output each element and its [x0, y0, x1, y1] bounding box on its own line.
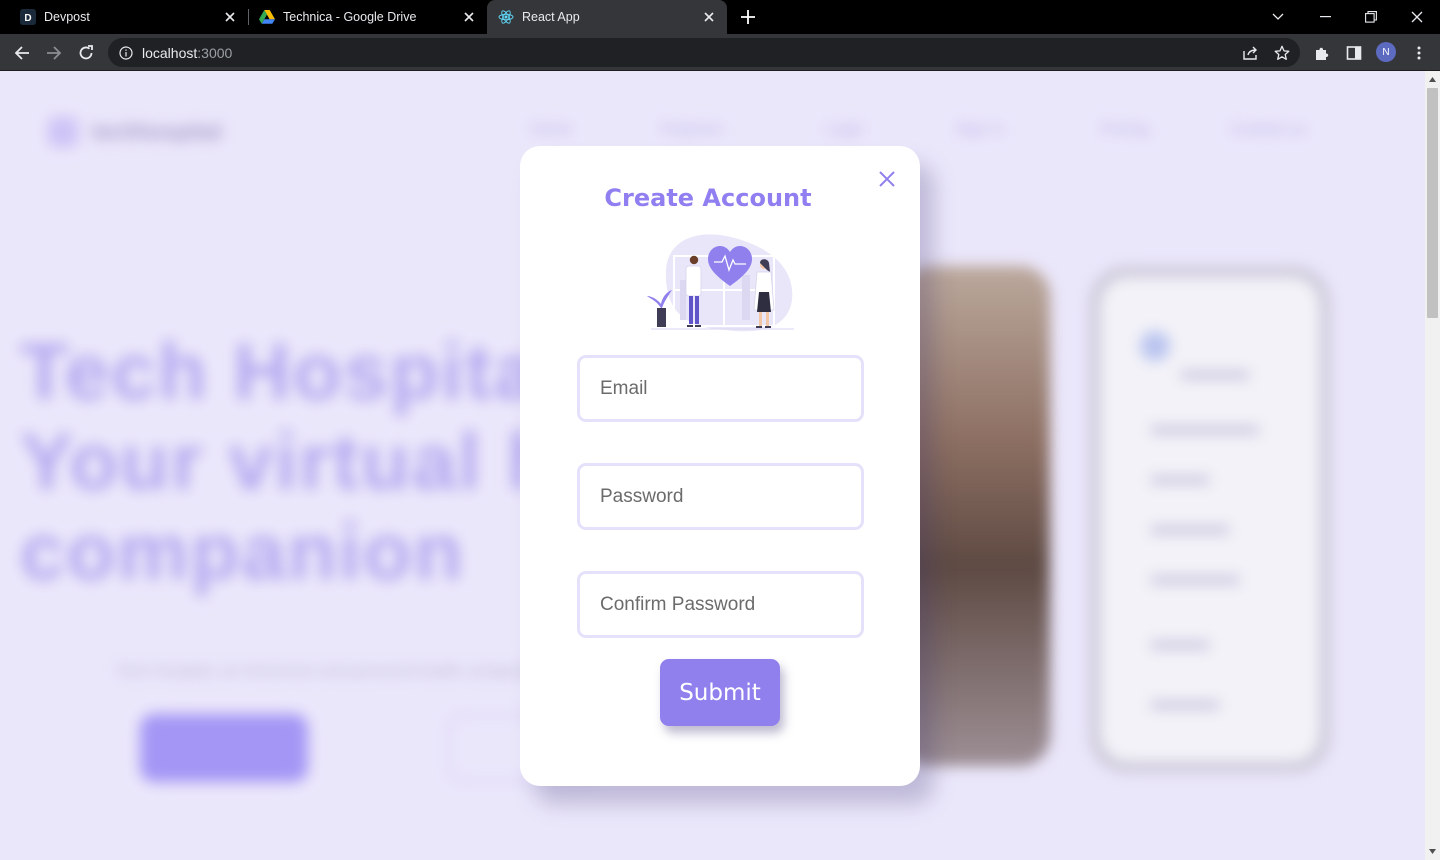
hero-heading-line-1: Tech Hospital [20, 327, 565, 416]
hero-heading-line-2: Your virtual he [20, 417, 605, 506]
restore-icon[interactable] [1348, 0, 1394, 34]
phone-row [1180, 371, 1250, 379]
nav-item-home: Home [530, 121, 573, 138]
tab-search-chevron-icon[interactable] [1255, 0, 1301, 34]
info-icon[interactable] [119, 45, 133, 60]
hero-heading-line-3: companion [20, 507, 465, 596]
nav-item-features: Features [660, 121, 724, 138]
new-tab-button[interactable] [736, 5, 760, 29]
react-icon [498, 9, 514, 25]
page-scrollbar[interactable] [1425, 71, 1440, 860]
side-panel-icon[interactable] [1340, 39, 1368, 67]
nav-item-signin: Sign in [955, 121, 1004, 138]
hero-photo [900, 266, 1050, 766]
window-close-icon[interactable] [1394, 0, 1440, 34]
forward-arrow-icon[interactable] [40, 39, 68, 67]
tab-google-drive[interactable]: Technica - Google Drive [249, 0, 487, 34]
scroll-up-arrow-icon[interactable] [1425, 71, 1440, 88]
reload-icon[interactable] [72, 39, 100, 67]
url-text: localhost:3000 [142, 45, 232, 61]
tab-title: React App [522, 10, 580, 24]
more-menu-icon[interactable] [1405, 39, 1433, 67]
profile-avatar[interactable]: N [1376, 42, 1396, 62]
phone-row [1150, 701, 1220, 709]
minimize-icon[interactable] [1302, 0, 1348, 34]
share-icon[interactable] [1236, 39, 1264, 67]
nav-item-login: Login [825, 121, 865, 138]
hero-primary-button [140, 714, 308, 782]
browser-tab-bar: D Devpost Technica - Google Drive React … [0, 0, 1440, 34]
tab-title: Devpost [44, 10, 90, 24]
phone-row [1150, 426, 1260, 434]
tab-react-app[interactable]: React App [487, 0, 727, 34]
scroll-down-arrow-icon[interactable] [1425, 843, 1440, 860]
tab-devpost[interactable]: D Devpost [0, 0, 248, 34]
logo-text: techhospital [92, 119, 222, 144]
address-bar[interactable]: localhost:3000 [108, 38, 1300, 67]
phone-row [1150, 576, 1240, 584]
confirm-password-field[interactable] [577, 571, 864, 638]
nav-item-pricing: Pricing [1100, 121, 1149, 138]
tab-title: Technica - Google Drive [283, 10, 417, 24]
url-port: :3000 [197, 44, 233, 61]
google-drive-icon [259, 9, 275, 25]
phone-avatar [1140, 331, 1170, 361]
create-account-modal: Create Account Submit [520, 146, 920, 786]
svg-text:D: D [24, 13, 31, 24]
scrollbar-thumb[interactable] [1427, 88, 1438, 318]
phone-mockup [1090, 267, 1330, 772]
back-arrow-icon[interactable] [8, 39, 36, 67]
modal-title: Create Account [604, 184, 812, 212]
nav-item-contact: Contact us [1230, 121, 1307, 138]
close-icon[interactable] [457, 5, 481, 29]
doctors-heart-illustration [647, 234, 794, 332]
email-field[interactable] [577, 355, 864, 422]
hero-subtitle: Tech Hospital, an immersive and personal… [116, 663, 544, 680]
logo-icon [48, 117, 78, 147]
browser-toolbar: localhost:3000 [0, 34, 1440, 71]
extensions-puzzle-icon[interactable] [1308, 39, 1336, 67]
phone-row [1150, 641, 1210, 649]
close-icon[interactable] [697, 5, 721, 29]
phone-row [1150, 526, 1230, 534]
devpost-icon: D [20, 9, 36, 25]
star-icon[interactable] [1268, 39, 1296, 67]
close-icon[interactable] [218, 5, 242, 29]
url-host: localhost [142, 44, 198, 61]
submit-button[interactable]: Submit [660, 659, 780, 726]
phone-row [1150, 476, 1210, 484]
phone-screen [1100, 277, 1320, 762]
password-field[interactable] [577, 463, 864, 530]
